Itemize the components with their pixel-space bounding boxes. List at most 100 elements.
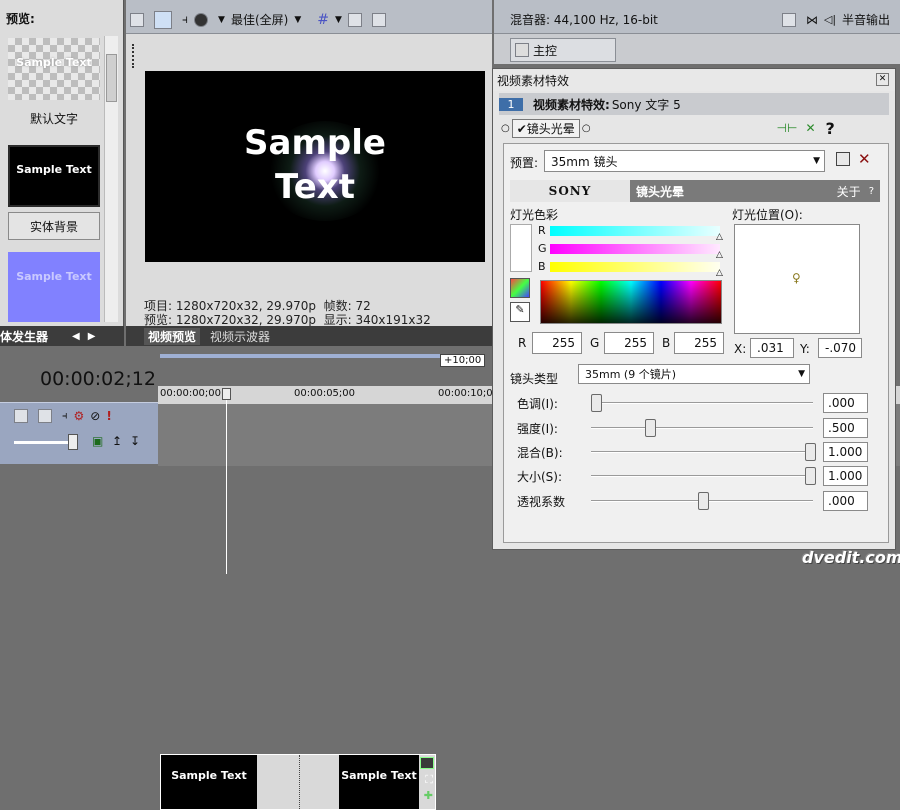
track-fx-icon[interactable] (38, 409, 52, 423)
tab-video-scopes[interactable]: 视频示波器 (210, 328, 270, 345)
preset-thumb-blue[interactable]: Sample Text (8, 252, 100, 322)
downmix-icon[interactable]: ⋈ (806, 13, 818, 27)
track-motion-icon[interactable] (14, 409, 28, 423)
panel-title: 预览: (6, 12, 35, 26)
media-generator-panel: 预览: Sample Text 默认文字 Sample Text 实体背景 Sa… (0, 0, 124, 326)
param-slider-knob[interactable] (805, 467, 816, 485)
preset-thumb-solid[interactable]: Sample Text (8, 145, 100, 207)
param-value[interactable]: .000 (823, 393, 868, 413)
plugin-chain-icon[interactable]: ⊣⊢ (777, 121, 798, 135)
rgb-g-field[interactable]: 255 (604, 332, 654, 354)
playhead[interactable] (222, 388, 231, 574)
channel-g-bar[interactable] (550, 244, 720, 254)
tab-right-arrow-icon[interactable]: ▶ (88, 331, 96, 342)
dropdown-arrow-icon[interactable]: ▼ (218, 15, 225, 25)
param-slider[interactable] (591, 492, 813, 510)
dropdown-arrow-icon[interactable]: ▼ (294, 15, 301, 25)
preset-label-solid[interactable]: 实体背景 (8, 212, 100, 240)
about-link[interactable]: 关于 (837, 183, 861, 200)
param-slider-knob[interactable] (644, 419, 656, 437)
effect-checkbox[interactable]: ✔镜头光晕 (511, 118, 580, 138)
copy-snapshot-icon[interactable] (347, 12, 362, 27)
solo-icon[interactable]: ! (106, 409, 111, 423)
track-arrow2-icon[interactable]: ↧ (130, 434, 140, 448)
tab-left-arrow-icon[interactable]: ◀ (72, 331, 80, 342)
param-value[interactable]: .500 (823, 418, 868, 438)
clip-event-fx-icon[interactable] (420, 757, 434, 769)
mixer-properties-icon[interactable] (781, 12, 796, 27)
scrollbar[interactable] (104, 36, 118, 322)
grid-icon[interactable]: # (317, 12, 329, 28)
help-icon[interactable]: ? (826, 119, 835, 138)
dropdown-arrow-icon[interactable]: ▼ (335, 15, 342, 25)
param-slider-knob[interactable] (805, 443, 816, 461)
channel-b-marker-icon[interactable]: △ (716, 268, 723, 278)
param-slider[interactable] (591, 419, 813, 437)
param-slider[interactable] (591, 443, 816, 461)
remove-plugin-icon[interactable]: ✕ (805, 121, 815, 135)
preview-grip[interactable] (132, 44, 136, 68)
track-expand-icon[interactable]: ▣ (92, 434, 103, 448)
rgb-r-field[interactable]: 255 (532, 332, 582, 354)
save-snapshot-icon[interactable] (371, 12, 386, 27)
light-position-label: 灯光位置(O): (732, 208, 803, 222)
preset-dropdown[interactable]: 35mm 镜头 ▼ (544, 150, 825, 172)
preset-thumb-default[interactable]: Sample Text (8, 38, 100, 100)
clip-fx-plugin-icon[interactable]: ✚ (424, 789, 433, 802)
color-picker-icon[interactable] (510, 278, 530, 298)
param-value[interactable]: 1.000 (823, 466, 868, 486)
channel-b-label: B (538, 260, 546, 273)
light-position-pad[interactable]: ♀ (734, 224, 860, 334)
param-label: 强度(I): (517, 422, 558, 436)
overlay-icon[interactable] (194, 12, 209, 27)
param-value[interactable]: 1.000 (823, 442, 868, 462)
split-icon[interactable]: ⫞ (182, 12, 188, 27)
y-field[interactable]: -.070 (818, 338, 862, 358)
properties-icon[interactable] (130, 12, 144, 27)
about-help[interactable]: ? (869, 186, 874, 197)
param-slider-knob[interactable] (698, 492, 709, 510)
rgb-b-field[interactable]: 255 (674, 332, 724, 354)
fx-gear-icon[interactable]: ⚙ (74, 409, 85, 423)
preview-area: Sample Text 项目: 1280x720x32, 29.970p 帧数:… (126, 34, 492, 327)
color-spectrum[interactable] (540, 280, 722, 324)
channel-b-bar[interactable] (550, 262, 720, 272)
channel-r-bar[interactable] (550, 226, 720, 236)
tab-video-preview[interactable]: 视频预览 (144, 327, 201, 345)
channel-r-marker-icon[interactable]: △ (716, 232, 723, 242)
preview-res: 预览: 1280x720x32, 29.970p (144, 313, 317, 327)
external-monitor-icon[interactable] (154, 10, 172, 29)
video-clip[interactable]: Sample Text Sample Text ⛶ ✚ (160, 754, 436, 810)
master-bus[interactable]: 主控 (510, 38, 616, 62)
timeline-header: 00:00:02;12 ⫞ ⚙ ⊘ ! ▣ ↥ ↧ (0, 346, 164, 574)
composite-icon[interactable]: ⫞ (62, 409, 68, 423)
x-field[interactable]: .031 (750, 338, 794, 358)
chain-slot[interactable]: 1 (499, 97, 523, 111)
track-arrow-icon[interactable]: ↥ (112, 434, 122, 448)
eyedropper-icon[interactable]: ✎ (510, 302, 530, 322)
tab-media-generator[interactable]: 媒体发生器 (0, 328, 48, 345)
loop-bar[interactable] (160, 354, 440, 358)
thumb-text: Sample Text (16, 163, 92, 176)
light-position-marker-icon[interactable]: ♀ (792, 271, 801, 285)
mixer-area: 主控 (494, 34, 900, 64)
close-icon[interactable]: ✕ (876, 73, 889, 86)
dim-output-icon[interactable]: ◁| (824, 13, 836, 26)
preset-label-default[interactable]: 默认文字 (8, 106, 100, 131)
slider-knob[interactable] (68, 434, 78, 450)
channel-g-marker-icon[interactable]: △ (716, 250, 723, 260)
mute-icon[interactable]: ⊘ (90, 409, 100, 423)
lens-type-dropdown[interactable]: 35mm (9 个镜片) ▼ (578, 364, 810, 384)
track-level-slider[interactable] (14, 441, 74, 444)
delete-preset-icon[interactable]: ✕ (858, 150, 871, 168)
chain-connector-icon: ○ (501, 122, 510, 134)
param-slider[interactable] (591, 394, 813, 412)
clip-crop-icon[interactable]: ⛶ (425, 773, 433, 787)
param-slider-knob[interactable] (591, 394, 602, 412)
project-res: 项目: 1280x720x32, 29.970p (144, 299, 317, 313)
quality-select[interactable]: 最佳(全屏) (231, 11, 288, 28)
save-preset-icon[interactable] (836, 152, 850, 166)
half-output-label[interactable]: 半音输出 (842, 11, 890, 28)
param-value[interactable]: .000 (823, 491, 868, 511)
param-slider[interactable] (591, 467, 816, 485)
